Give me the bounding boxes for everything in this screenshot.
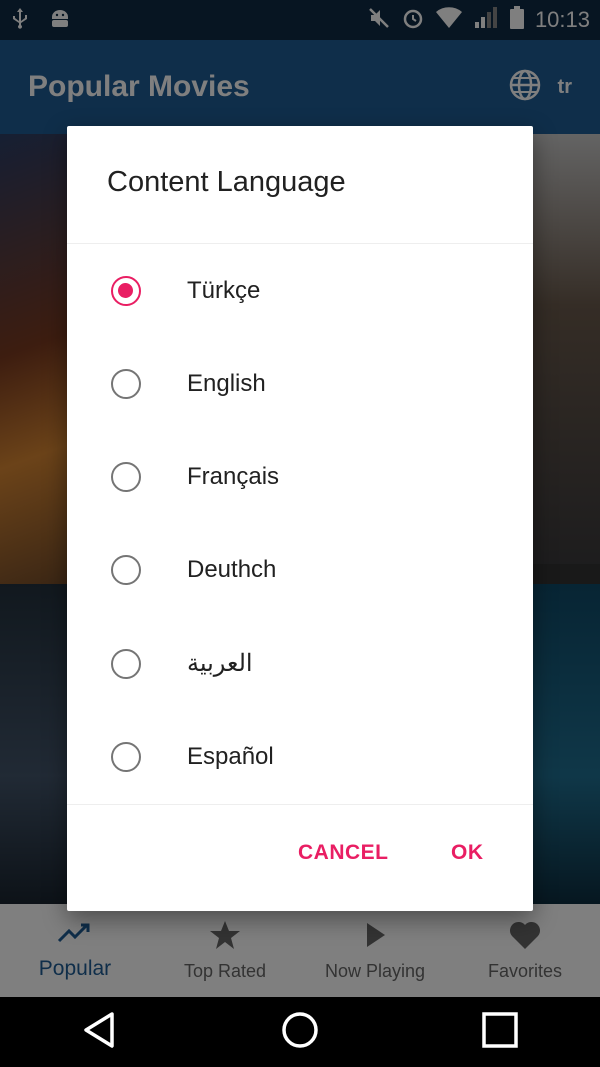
radio-unchecked-icon[interactable] <box>111 554 141 585</box>
back-icon[interactable] <box>80 1010 120 1055</box>
language-dialog: Content Language Türkçe English Français… <box>67 126 533 911</box>
divider <box>67 804 533 805</box>
radio-checked-icon[interactable] <box>111 275 141 306</box>
option-label: Deuthch <box>187 555 277 583</box>
language-option-deutsch[interactable]: Deuthch <box>67 523 533 616</box>
option-label: Español <box>187 742 274 770</box>
option-label: English <box>187 369 266 397</box>
system-navigation-bar <box>0 997 600 1067</box>
radio-unchecked-icon[interactable] <box>111 368 141 399</box>
option-label: Français <box>187 462 280 490</box>
language-option-turkce[interactable]: Türkçe <box>67 244 533 337</box>
cancel-button[interactable]: CANCEL <box>298 841 389 865</box>
home-icon[interactable] <box>280 1010 320 1055</box>
language-option-arabic[interactable]: العربية <box>67 617 533 710</box>
dialog-title: Content Language <box>107 166 346 198</box>
radio-unchecked-icon[interactable] <box>111 461 141 492</box>
recents-icon[interactable] <box>480 1010 520 1055</box>
radio-unchecked-icon[interactable] <box>111 741 141 772</box>
option-label: Türkçe <box>187 276 261 304</box>
language-option-francais[interactable]: Français <box>67 430 533 523</box>
option-label: العربية <box>187 650 253 677</box>
radio-unchecked-icon[interactable] <box>111 648 141 679</box>
language-option-espanol[interactable]: Español <box>67 710 533 803</box>
ok-button[interactable]: OK <box>451 841 484 865</box>
language-option-english[interactable]: English <box>67 337 533 430</box>
